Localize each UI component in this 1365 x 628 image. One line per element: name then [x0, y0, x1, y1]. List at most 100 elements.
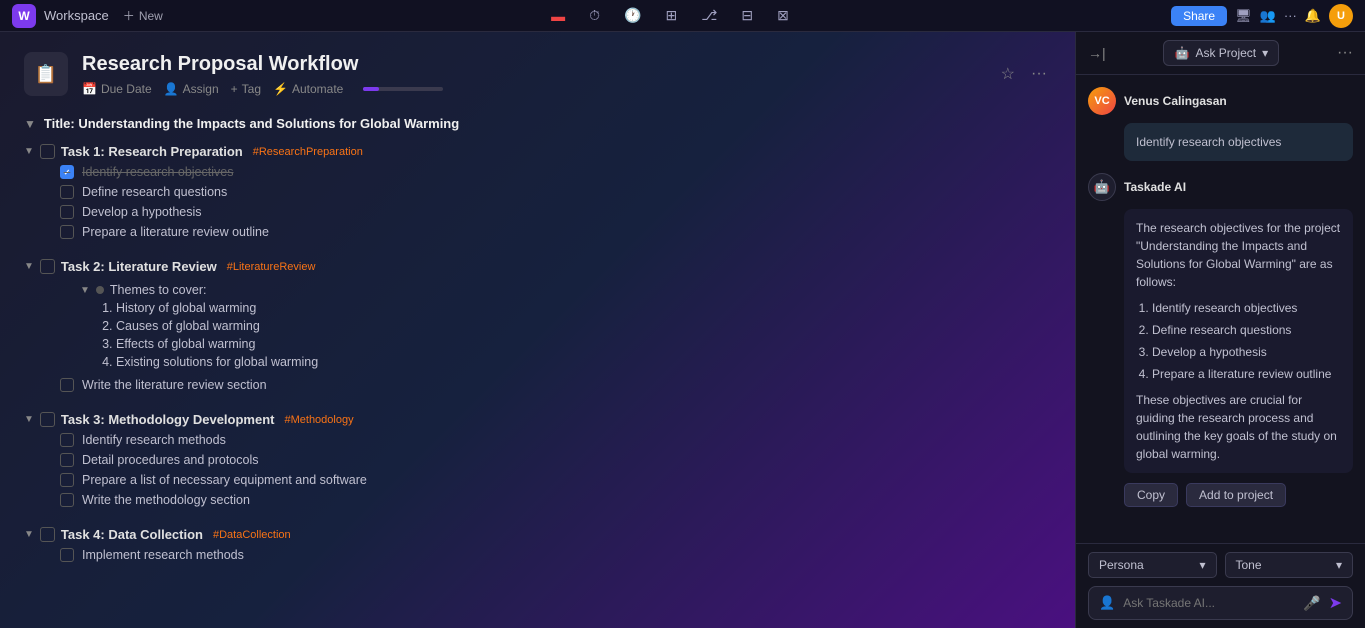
tone-select[interactable]: Tone ▾ [1225, 552, 1354, 578]
chat-controls: Persona ▾ Tone ▾ 👤 🎤 ➤ [1076, 543, 1365, 628]
ai-avatar: 🤖 [1088, 173, 1116, 201]
subtask-item: Prepare a list of necessary equipment an… [60, 470, 1051, 490]
people-icon[interactable]: 👥 [1260, 8, 1276, 24]
subtask-method-1-checkbox[interactable] [60, 433, 74, 447]
filter-icon[interactable]: ▬ [547, 4, 569, 28]
top-navigation: W Workspace ＋ New ▬ ⏱ 🕐 ⊞ ⎇ ⊟ ⊠ Share 🖥 … [0, 0, 1365, 32]
share-button[interactable]: Share [1171, 6, 1227, 26]
task-1-header[interactable]: ▼ Task 1: Research Preparation #Research… [24, 141, 1051, 162]
subtask-data-1-checkbox[interactable] [60, 548, 74, 562]
ai-panel: →| 🤖 Ask Project ▾ ··· VC Venus Calingas… [1075, 32, 1365, 628]
task-1-tag[interactable]: #ResearchPreparation [253, 146, 363, 158]
list-item: History of global warming [116, 299, 1051, 317]
progress-fill [363, 87, 379, 91]
task-2-chevron[interactable]: ▼ [24, 261, 34, 272]
progress-bar [363, 87, 443, 91]
share-icon[interactable]: ⎇ [697, 3, 721, 28]
list-item: Develop a hypothesis [1152, 341, 1341, 363]
task-3-chevron[interactable]: ▼ [24, 414, 34, 425]
mic-icon[interactable]: 🎤 [1303, 595, 1320, 612]
list-item: Existing solutions for global warming [116, 353, 1051, 371]
ai-message: 🤖 Taskade AI The research objectives for… [1088, 173, 1353, 507]
task-3-tag[interactable]: #Methodology [284, 414, 353, 426]
chart-icon[interactable]: ⊟ [737, 3, 757, 28]
main-layout: 📋 Research Proposal Workflow 📅 Due Date … [0, 32, 1365, 628]
monitor-icon[interactable]: 🖥 [1235, 8, 1252, 24]
task-4-chevron[interactable]: ▼ [24, 529, 34, 540]
left-panel: 📋 Research Proposal Workflow 📅 Due Date … [0, 32, 1075, 628]
human-sender: VC Venus Calingasan [1088, 87, 1353, 115]
ai-sender: 🤖 Taskade AI [1088, 173, 1353, 201]
task-4-checkbox[interactable] [40, 527, 55, 542]
chat-area: VC Venus Calingasan Identify research ob… [1076, 75, 1365, 543]
task-3-subtasks: Identify research methods Detail procedu… [24, 430, 1051, 510]
notification-icon[interactable]: 🔔 [1305, 8, 1321, 24]
copy-button[interactable]: Copy [1124, 483, 1178, 507]
send-button[interactable]: ➤ [1329, 593, 1342, 613]
chat-input[interactable] [1123, 596, 1295, 610]
task-2-header[interactable]: ▼ Task 2: Literature Review #LiteratureR… [24, 256, 1051, 277]
nav-center-icons: ▬ ⏱ 🕐 ⊞ ⎇ ⊟ ⊠ [177, 3, 1163, 28]
subtask-item: Prepare a literature review outline [60, 222, 1051, 242]
project-icon: 📋 [24, 52, 68, 96]
task-2-checkbox[interactable] [40, 259, 55, 274]
human-sender-name: Venus Calingasan [1124, 94, 1227, 108]
task-4-subtasks: Implement research methods [24, 545, 1051, 565]
timer-icon[interactable]: ⏱ [585, 3, 604, 28]
subtask-item: Write the methodology section [60, 490, 1051, 510]
add-to-project-button[interactable]: Add to project [1186, 483, 1286, 507]
task-4-tag[interactable]: #DataCollection [213, 529, 291, 541]
automate-icon: ⚡ [273, 82, 288, 96]
subtask-1-checkbox[interactable] [60, 165, 74, 179]
task-3-checkbox[interactable] [40, 412, 55, 427]
tag-action[interactable]: + Tag [231, 82, 261, 96]
more-options-icon[interactable]: ··· [1284, 8, 1297, 23]
person-icon: 👤 [164, 82, 179, 96]
subtask-method-2-checkbox[interactable] [60, 453, 74, 467]
section-chevron-icon[interactable]: ▼ [24, 117, 36, 131]
subtask-item: Write the literature review section [60, 375, 1051, 395]
nested-chevron-icon[interactable]: ▼ [80, 285, 90, 296]
user-avatar[interactable]: U [1329, 4, 1353, 28]
project-title-area: Research Proposal Workflow 📅 Due Date 👤 … [82, 53, 983, 96]
layout-icon[interactable]: ⊠ [773, 3, 793, 28]
clock-icon[interactable]: 🕐 [620, 3, 645, 28]
more-button[interactable]: ··· [1027, 61, 1051, 87]
automate-action[interactable]: ⚡ Automate [273, 82, 343, 96]
subtask-method-4-checkbox[interactable] [60, 493, 74, 507]
nested-themes-group: ▼ Themes to cover: History of global war… [60, 281, 1051, 371]
subtask-item: Define research questions [60, 182, 1051, 202]
human-message: VC Venus Calingasan Identify research ob… [1088, 87, 1353, 161]
subtask-method-3-checkbox[interactable] [60, 473, 74, 487]
persona-select[interactable]: Persona ▾ [1088, 552, 1217, 578]
task-1-chevron[interactable]: ▼ [24, 146, 34, 157]
ask-project-button[interactable]: 🤖 Ask Project ▾ [1163, 40, 1279, 66]
tone-chevron-icon: ▾ [1336, 558, 1342, 572]
ai-footer-text: These objectives are crucial for guiding… [1136, 393, 1337, 461]
assign-action[interactable]: 👤 Assign [164, 82, 219, 96]
nested-themes-header: ▼ Themes to cover: [80, 281, 1051, 299]
task-2-tag[interactable]: #LiteratureReview [227, 261, 316, 273]
star-button[interactable]: ☆ [997, 60, 1019, 88]
project-header: 📋 Research Proposal Workflow 📅 Due Date … [24, 52, 1051, 96]
chevron-down-icon: ▾ [1262, 46, 1268, 60]
collapse-button[interactable]: →| [1088, 45, 1106, 61]
panel-more-icon[interactable]: ··· [1337, 44, 1353, 62]
bullet-dot [96, 286, 104, 294]
subtask-3-checkbox[interactable] [60, 205, 74, 219]
grid-icon[interactable]: ⊞ [661, 3, 681, 28]
subtask-item: Identify research methods [60, 430, 1051, 450]
task-1-label: Task 1: Research Preparation [61, 144, 243, 159]
due-date-action[interactable]: 📅 Due Date [82, 82, 152, 96]
task-4-header[interactable]: ▼ Task 4: Data Collection #DataCollectio… [24, 524, 1051, 545]
task-group-4: ▼ Task 4: Data Collection #DataCollectio… [24, 524, 1051, 565]
task-group-3: ▼ Task 3: Methodology Development #Metho… [24, 409, 1051, 510]
task-3-header[interactable]: ▼ Task 3: Methodology Development #Metho… [24, 409, 1051, 430]
chat-actions: Copy Add to project [1124, 483, 1353, 507]
task-1-checkbox[interactable] [40, 144, 55, 159]
subtask-2-checkbox[interactable] [60, 185, 74, 199]
persona-tone-row: Persona ▾ Tone ▾ [1088, 552, 1353, 578]
subtask-4-checkbox[interactable] [60, 225, 74, 239]
subtask-lit-checkbox[interactable] [60, 378, 74, 392]
new-button[interactable]: ＋ New [117, 5, 169, 26]
